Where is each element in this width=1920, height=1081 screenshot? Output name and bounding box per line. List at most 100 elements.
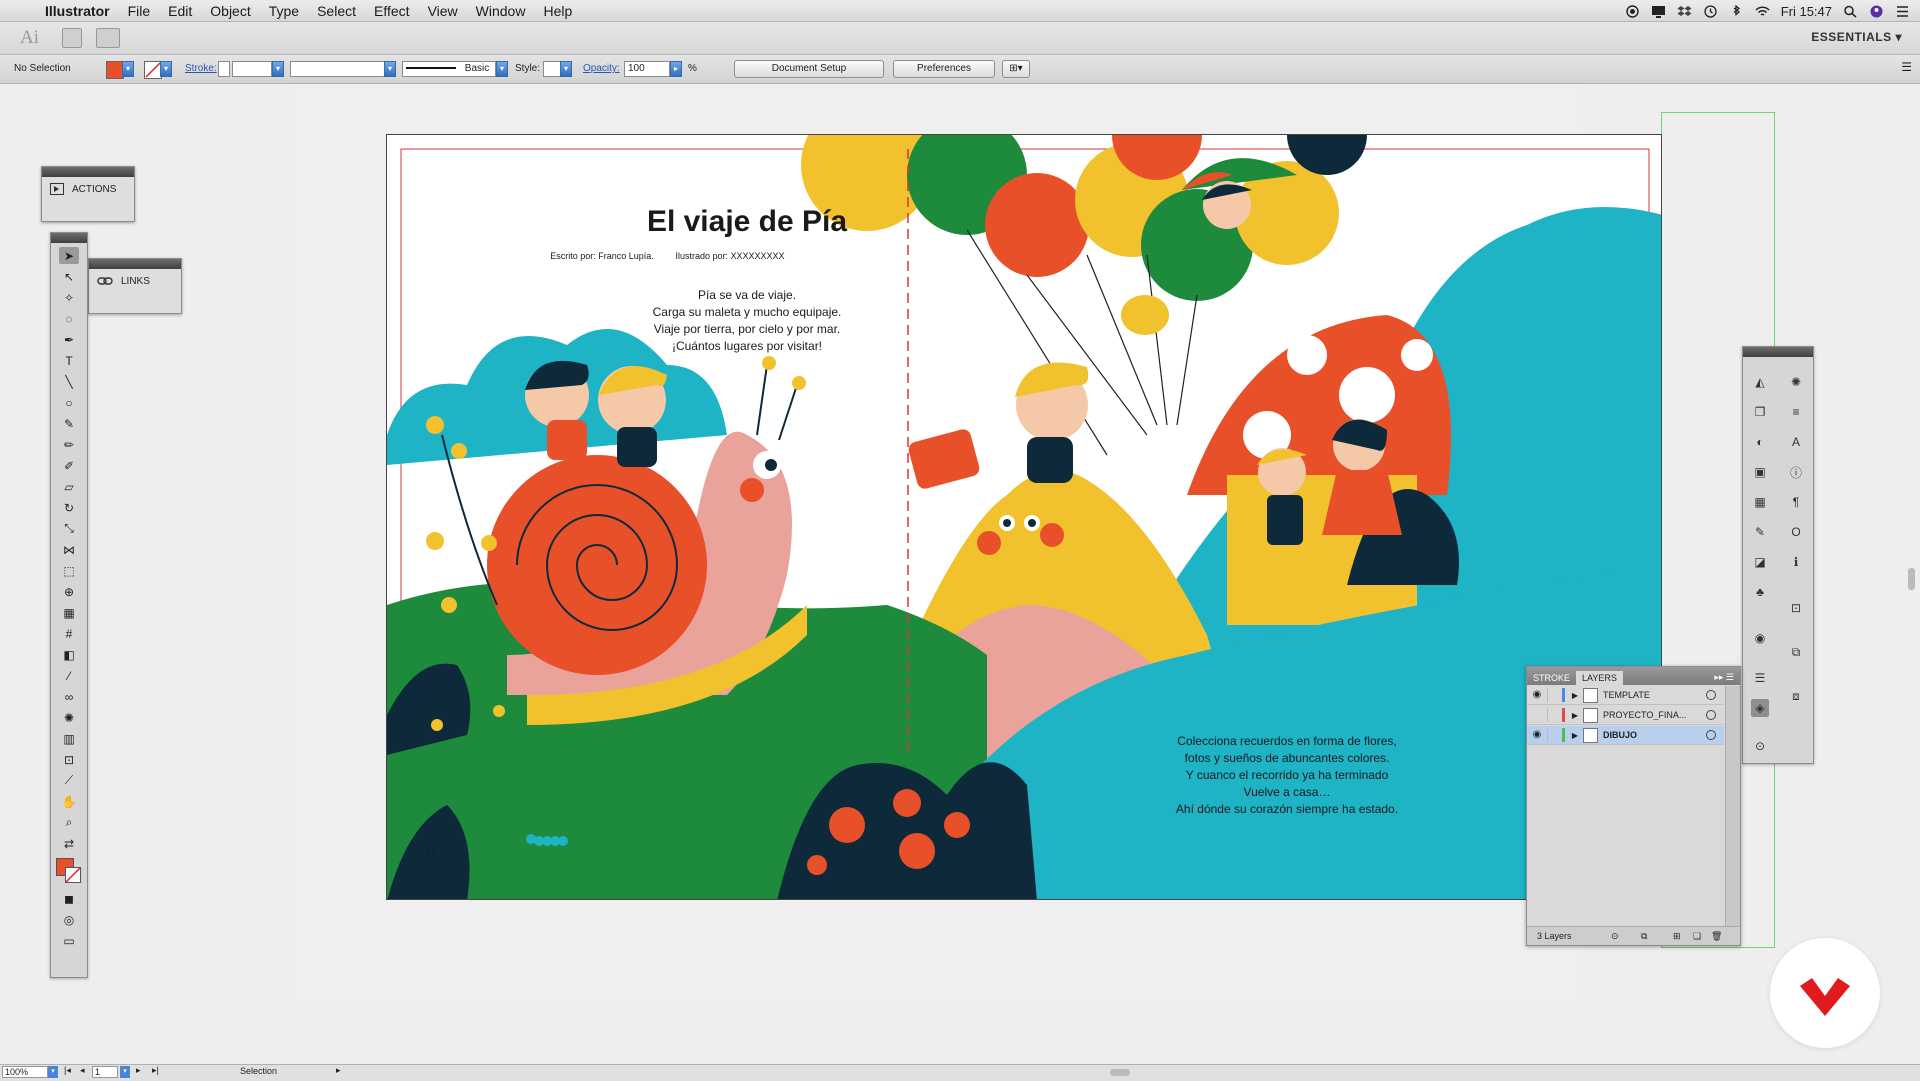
brush-definition[interactable]: Basic xyxy=(402,61,496,77)
paintbrush-tool-icon[interactable]: ✎ xyxy=(59,415,79,432)
tab-layers[interactable]: LAYERS xyxy=(1576,671,1623,685)
free-transform-tool-icon[interactable]: ⬚ xyxy=(59,562,79,579)
expand-triangle-icon[interactable]: ▶ xyxy=(1569,691,1581,700)
lock-toggle[interactable] xyxy=(1547,688,1560,702)
status-menu-arrow-icon[interactable]: ▸ xyxy=(336,1065,341,1076)
pencil-tool-icon[interactable]: ✏ xyxy=(59,436,79,453)
image-trace-panel-icon[interactable]: ⧉ xyxy=(1787,643,1805,661)
pen-tool-icon[interactable]: ✒ xyxy=(59,331,79,348)
fill-stroke-widget[interactable] xyxy=(54,856,84,886)
pathfinder-panel-icon[interactable]: ⧈ xyxy=(1787,687,1805,705)
navigator-panel-icon[interactable]: ⊙ xyxy=(1751,737,1769,755)
time-machine-icon[interactable] xyxy=(1703,4,1718,18)
notifications-icon[interactable] xyxy=(1895,5,1910,18)
zoom-dropdown-arrow[interactable]: ▾ xyxy=(48,1066,58,1078)
drawing-mode-icon[interactable]: ◎ xyxy=(59,911,79,928)
eyedropper-tool-icon[interactable]: ⁄ xyxy=(59,667,79,684)
align-options-button[interactable]: ⊞▾ xyxy=(1002,60,1030,78)
menubar-clock[interactable]: Fri 15:47 xyxy=(1781,4,1832,19)
artboard[interactable]: El viaje de Pía Escrito por: Franco Lupí… xyxy=(386,134,1662,900)
clipping-mask-icon[interactable]: ⧉ xyxy=(1641,927,1647,945)
blob-brush-tool-icon[interactable]: ✐ xyxy=(59,457,79,474)
actions-panel-tab[interactable]: ACTIONS xyxy=(42,177,134,201)
stroke-weight-stepper[interactable] xyxy=(218,61,230,77)
brushes-panel-icon[interactable]: ✎ xyxy=(1751,523,1769,541)
ellipse-tool-icon[interactable]: ○ xyxy=(59,394,79,411)
layers-scrollbar[interactable] xyxy=(1725,686,1740,926)
user-avatar-icon[interactable] xyxy=(1869,5,1884,18)
menu-select[interactable]: Select xyxy=(308,0,365,22)
horizontal-scrollbar-thumb[interactable] xyxy=(1110,1069,1130,1076)
layer-name[interactable]: PROYECTO_FINA... xyxy=(1603,710,1706,720)
perspective-grid-tool-icon[interactable]: ▦ xyxy=(59,604,79,621)
layer-row[interactable]: ▶ PROYECTO_FINA... xyxy=(1527,706,1724,725)
mesh-tool-icon[interactable]: # xyxy=(59,625,79,642)
symbols-panel-icon[interactable]: ✺ xyxy=(1787,373,1805,391)
lock-toggle[interactable] xyxy=(1547,728,1560,742)
stroke-dropdown-arrow[interactable]: ▾ xyxy=(160,61,172,77)
symbol-sprayer-tool-icon[interactable]: ✺ xyxy=(59,709,79,726)
direct-selection-tool-icon[interactable]: ↖ xyxy=(59,268,79,285)
brush-dropdown[interactable]: ▾ xyxy=(496,61,508,77)
new-sublayer-icon[interactable]: ⊞ xyxy=(1673,927,1681,945)
magic-wand-tool-icon[interactable]: ✧ xyxy=(59,289,79,306)
menu-window[interactable]: Window xyxy=(467,0,535,22)
character-panel-icon[interactable]: A xyxy=(1787,433,1805,451)
tab-stroke[interactable]: STROKE xyxy=(1527,671,1576,685)
arrange-documents-button[interactable] xyxy=(96,28,120,48)
gradient-panel-icon[interactable]: ▣ xyxy=(1751,463,1769,481)
graphic-styles-panel-icon[interactable]: ◪ xyxy=(1751,553,1769,571)
lasso-tool-icon[interactable]: ◌ xyxy=(59,310,79,327)
layers-panel-icon[interactable]: ◈ xyxy=(1751,699,1769,717)
menu-edit[interactable]: Edit xyxy=(159,0,201,22)
swap-fill-stroke-icon[interactable]: ⇄ xyxy=(59,835,79,852)
menu-object[interactable]: Object xyxy=(201,0,259,22)
symbol-library-icon[interactable]: ♣ xyxy=(1751,583,1769,601)
lock-toggle[interactable] xyxy=(1547,708,1560,722)
zoom-level-field[interactable]: 100% xyxy=(2,1066,48,1078)
tools-panel-titlebar[interactable] xyxy=(51,233,87,243)
layer-row[interactable]: ◉ ▶ TEMPLATE xyxy=(1527,686,1724,705)
swatches-panel-icon[interactable]: ❐ xyxy=(1751,403,1769,421)
menu-type[interactable]: Type xyxy=(260,0,308,22)
opacity-field[interactable]: 100 xyxy=(624,61,670,77)
document-info-panel-icon[interactable]: ℹ xyxy=(1787,553,1805,571)
artboards-panel-icon[interactable]: ⊡ xyxy=(1787,599,1805,617)
gradient-tool-icon[interactable]: ◧ xyxy=(59,646,79,663)
menu-effect[interactable]: Effect xyxy=(365,0,419,22)
selection-tool-icon[interactable]: ➤ xyxy=(59,247,79,264)
previous-artboard-icon[interactable]: ◂ xyxy=(80,1065,85,1076)
stroke-weight-dropdown[interactable]: ▾ xyxy=(272,61,284,77)
expand-triangle-icon[interactable]: ▶ xyxy=(1569,711,1581,720)
links-panel-tab[interactable]: LINKS xyxy=(89,269,181,293)
stroke-weight-field[interactable] xyxy=(232,61,272,77)
stroke-color-box[interactable] xyxy=(65,867,81,883)
column-graph-tool-icon[interactable]: ▥ xyxy=(59,730,79,747)
layer-target-circle[interactable] xyxy=(1706,710,1716,720)
first-artboard-icon[interactable]: |◂ xyxy=(64,1065,71,1076)
preferences-button[interactable]: Preferences xyxy=(893,60,995,78)
bluetooth-icon[interactable] xyxy=(1729,4,1744,18)
panel-menu-icon[interactable]: ☰ xyxy=(1901,60,1912,74)
menu-help[interactable]: Help xyxy=(534,0,581,22)
paragraph-panel-icon[interactable]: ¶ xyxy=(1787,493,1805,511)
wifi-icon[interactable] xyxy=(1755,5,1770,18)
graphic-style-dropdown[interactable]: ▾ xyxy=(560,61,572,77)
panel-dock-titlebar[interactable] xyxy=(1743,347,1813,357)
dropbox-icon[interactable] xyxy=(1677,5,1692,18)
variable-width-dropdown[interactable]: ▾ xyxy=(384,61,396,77)
eraser-tool-icon[interactable]: ▱ xyxy=(59,478,79,495)
visibility-eye-icon[interactable] xyxy=(1530,708,1544,722)
appearance-panel-icon[interactable]: ◉ xyxy=(1751,629,1769,647)
workspace-switcher[interactable]: ESSENTIALS ▾ xyxy=(1811,30,1902,44)
layer-name[interactable]: TEMPLATE xyxy=(1603,690,1706,700)
display-icon[interactable] xyxy=(1651,5,1666,18)
width-tool-icon[interactable]: ⋈ xyxy=(59,541,79,558)
layers-panel-menu-icon[interactable]: ▸▸ ☰ xyxy=(1708,670,1740,685)
bridge-button[interactable] xyxy=(62,28,82,48)
artboard-number-field[interactable]: 1 xyxy=(92,1066,118,1078)
artboard-dropdown-arrow[interactable]: ▾ xyxy=(120,1066,130,1078)
vertical-scrollbar-thumb[interactable] xyxy=(1908,568,1915,590)
color-guide-panel-icon[interactable]: ◐ xyxy=(1751,433,1769,451)
artboard-tool-icon[interactable]: ⊡ xyxy=(59,751,79,768)
